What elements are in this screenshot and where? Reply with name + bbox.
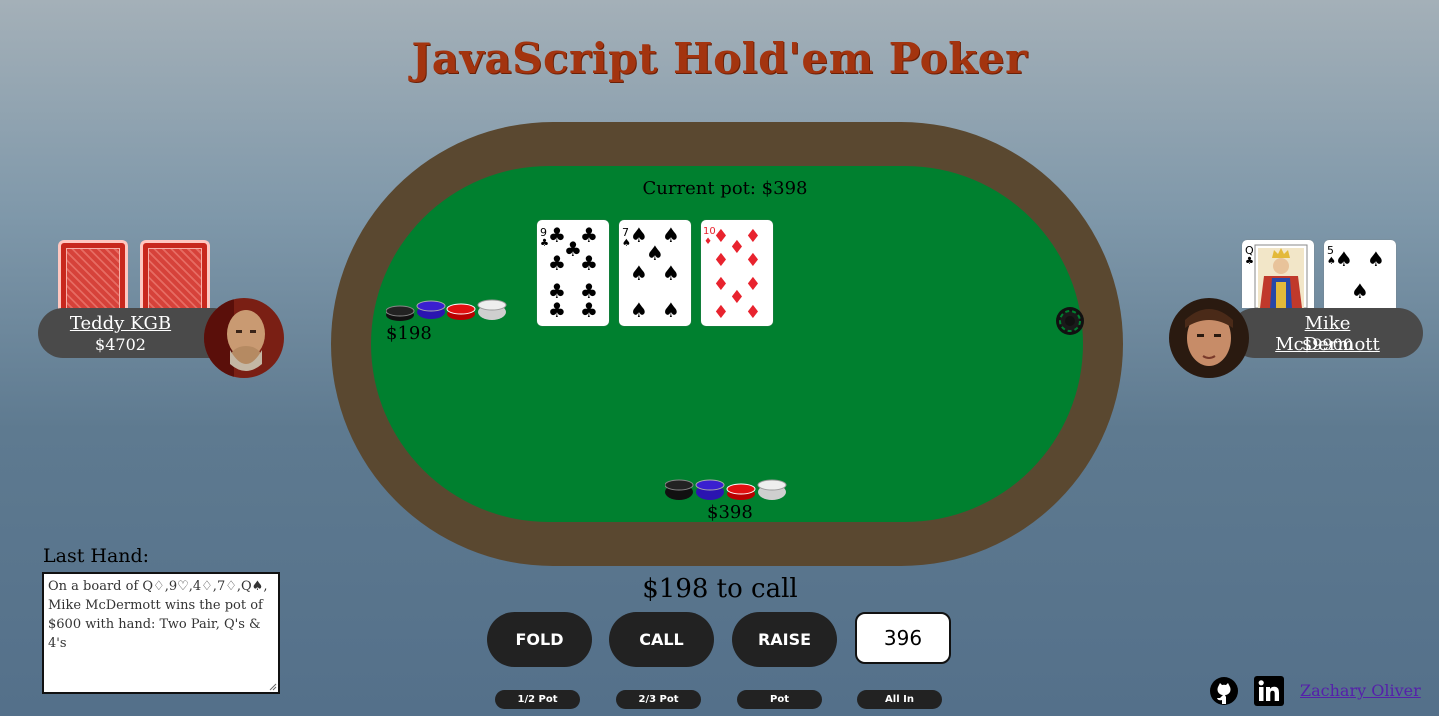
dealer-button-icon <box>1055 306 1085 340</box>
svg-text:♣: ♣ <box>580 251 598 275</box>
right-player-badge: Mike McDermott $9900 <box>1230 308 1423 358</box>
svg-text:♦: ♦ <box>745 274 761 295</box>
right-player-stack: $9900 <box>1302 335 1353 354</box>
center-pot-chips <box>664 478 790 504</box>
left-player-name[interactable]: Teddy KGB <box>38 313 203 334</box>
spade-icon: ♠ ♠ ♠ ♠ ♠ ♠ ♠ <box>630 223 680 322</box>
svg-text:♠: ♠ <box>1335 247 1353 271</box>
fold-button[interactable]: FOLD <box>487 612 592 667</box>
svg-text:♠: ♠ <box>662 261 680 285</box>
last-hand-text: On a board of Q♢,9♡,4♢,7♢,Q♠, Mike McDer… <box>48 579 268 651</box>
svg-text:♦: ♦ <box>713 250 729 271</box>
svg-text:♠: ♠ <box>662 298 680 322</box>
svg-text:♦: ♦ <box>729 237 745 258</box>
half-pot-button[interactable]: 1/2 Pot <box>495 690 580 709</box>
right-player-avatar <box>1169 298 1249 378</box>
left-player-card-back-2 <box>140 240 210 310</box>
svg-text:♦: ♦ <box>713 226 729 247</box>
current-pot: Current pot: $398 <box>642 178 808 199</box>
right-player-card-2: 5 ♠ ♠ ♠ ♠ <box>1324 240 1396 308</box>
svg-text:♦: ♦ <box>729 287 745 308</box>
svg-text:♣: ♣ <box>580 223 598 247</box>
pot-button[interactable]: Pot <box>737 690 822 709</box>
svg-text:♣: ♣ <box>548 298 566 322</box>
svg-text:♠: ♠ <box>1367 247 1385 271</box>
center-pot-amount: $398 <box>707 502 753 523</box>
board-card-3: 10 ♦ ♦ ♦ ♦ ♦ ♦ ♦ ♦ ♦ ♦ ♦ <box>701 220 773 326</box>
svg-text:♦: ♦ <box>704 237 712 247</box>
svg-text:♠: ♠ <box>1351 279 1369 303</box>
left-player-bet: $198 <box>386 323 432 344</box>
left-player-avatar <box>204 298 284 378</box>
svg-text:♣: ♣ <box>1245 256 1254 267</box>
left-player-card-back-1 <box>58 240 128 310</box>
two-thirds-pot-button[interactable]: 2/3 Pot <box>616 690 701 709</box>
diamond-icon: ♦ ♦ ♦ ♦ ♦ ♦ ♦ ♦ ♦ ♦ <box>713 226 761 323</box>
raise-button[interactable]: RAISE <box>732 612 837 667</box>
spade-icon: ♠ ♠ ♠ <box>1335 247 1385 303</box>
last-hand-textarea[interactable]: On a board of Q♢,9♡,4♢,7♢,Q♠, Mike McDer… <box>42 572 280 694</box>
svg-text:♦: ♦ <box>745 226 761 247</box>
page-title: JavaScript Hold'em Poker <box>411 34 1028 83</box>
left-player-stack: $4702 <box>95 335 146 354</box>
amount-to-call: $198 to call <box>642 574 798 604</box>
board-card-2: 7 ♠ ♠ ♠ ♠ ♠ ♠ ♠ ♠ <box>619 220 691 326</box>
svg-text:♠: ♠ <box>630 261 648 285</box>
linkedin-icon[interactable] <box>1254 676 1284 706</box>
call-button[interactable]: CALL <box>609 612 714 667</box>
svg-text:♦: ♦ <box>745 250 761 271</box>
svg-text:♦: ♦ <box>713 274 729 295</box>
raise-amount-input[interactable]: 396 <box>855 612 951 664</box>
left-player-chips <box>385 298 511 324</box>
svg-text:♣: ♣ <box>564 237 582 261</box>
svg-text:♦: ♦ <box>745 302 761 323</box>
last-hand-label: Last Hand: <box>43 545 150 567</box>
resize-grip-icon[interactable] <box>269 683 277 691</box>
author-link[interactable]: Zachary Oliver <box>1300 681 1421 700</box>
github-icon[interactable] <box>1209 676 1239 706</box>
svg-text:♠: ♠ <box>630 298 648 322</box>
board-card-1: 9 ♣ ♣ ♣ ♣ ♣ ♣ ♣ ♣ ♣ ♣ <box>537 220 609 326</box>
right-player-card-1: Q ♣ <box>1242 240 1314 308</box>
all-in-button[interactable]: All In <box>857 690 942 709</box>
club-icon: ♣ ♣ ♣ ♣ ♣ ♣ ♣ ♣ ♣ <box>548 223 598 322</box>
svg-text:♠: ♠ <box>662 223 680 247</box>
svg-text:♣: ♣ <box>580 298 598 322</box>
svg-text:♦: ♦ <box>713 302 729 323</box>
